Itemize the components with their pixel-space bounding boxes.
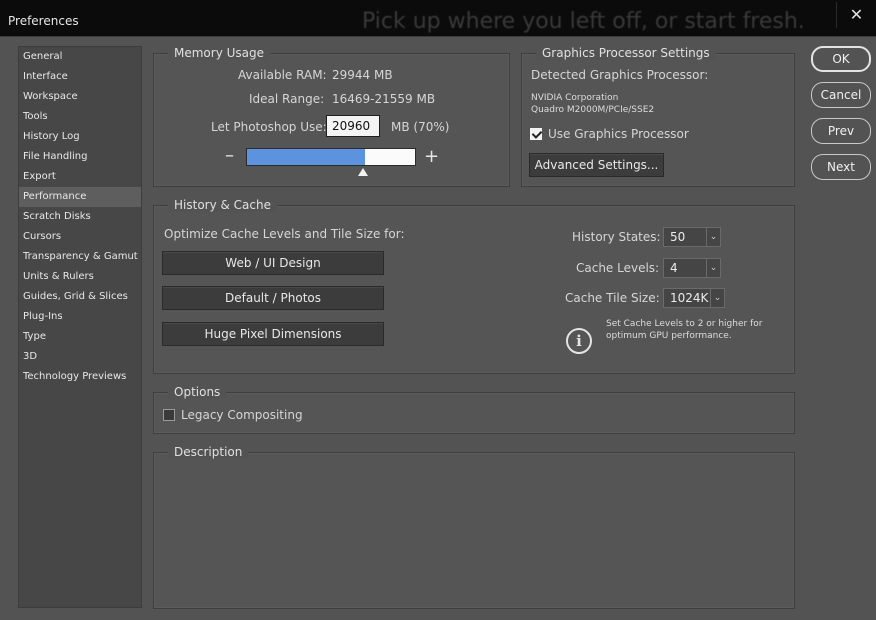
sidebar-item-plug-ins[interactable]: Plug-Ins (19, 307, 141, 327)
legacy-compositing-label: Legacy Compositing (181, 408, 303, 422)
cancel-button[interactable]: Cancel (811, 82, 871, 108)
huge-pixel-dimensions-button[interactable]: Huge Pixel Dimensions (162, 322, 384, 346)
sidebar-item-scratch-disks[interactable]: Scratch Disks (19, 207, 141, 227)
ok-button[interactable]: OK (811, 46, 871, 72)
sidebar-item-file-handling[interactable]: File Handling (19, 147, 141, 167)
available-ram-label: Available RAM: (238, 68, 327, 82)
cache-levels-select[interactable]: 4 ⌄ (663, 258, 721, 278)
history-states-value: 50 (670, 230, 686, 244)
window-title: Preferences (8, 14, 79, 28)
graphics-processor-title: Graphics Processor Settings (536, 46, 716, 60)
options-title: Options (168, 385, 227, 399)
gpu-vendor: NVIDIA Corporation (531, 93, 619, 103)
sidebar-item-tools[interactable]: Tools (19, 107, 141, 127)
sidebar-item-transparency-gamut[interactable]: Transparency & Gamut (19, 247, 141, 267)
web-ui-design-button[interactable]: Web / UI Design (162, 251, 384, 275)
info-icon: i (566, 328, 592, 354)
ideal-range-value: 16469-21559 MB (332, 92, 436, 106)
sidebar-item-history-log[interactable]: History Log (19, 127, 141, 147)
chevron-down-icon: ⌄ (710, 289, 724, 307)
advanced-settings-button[interactable]: Advanced Settings... (529, 153, 664, 177)
prev-button[interactable]: Prev (811, 118, 871, 144)
next-button[interactable]: Next (811, 154, 871, 180)
cache-tile-size-value: 1024K (670, 291, 709, 305)
memory-use-unit: MB (70%) (391, 120, 450, 134)
available-ram-value: 29944 MB (332, 68, 393, 82)
sidebar-item-cursors[interactable]: Cursors (19, 227, 141, 247)
sidebar-item-technology-previews[interactable]: Technology Previews (19, 367, 141, 387)
cache-tile-size-label: Cache Tile Size: (565, 291, 660, 305)
cache-tile-size-select[interactable]: 1024K ⌄ (663, 288, 725, 308)
close-icon[interactable]: ✕ (836, 2, 876, 28)
decrease-memory-icon[interactable]: – (225, 147, 234, 165)
sidebar-item-units-rulers[interactable]: Units & Rulers (19, 267, 141, 287)
description-title: Description (168, 445, 249, 459)
sidebar-item-guides-grid-slices[interactable]: Guides, Grid & Slices (19, 287, 141, 307)
legacy-compositing-checkbox[interactable] (163, 409, 175, 421)
history-states-label: History States: (572, 230, 661, 244)
background-window-text: Pick up where you left off, or start fre… (362, 9, 805, 34)
memory-slider-fill (247, 149, 365, 165)
history-states-select[interactable]: 50 ⌄ (663, 227, 721, 247)
memory-slider[interactable] (246, 148, 416, 166)
cache-levels-label: Cache Levels: (576, 261, 660, 275)
photoshop-use-label: Let Photoshop Use: (211, 120, 327, 134)
memory-slider-thumb[interactable] (358, 168, 368, 176)
default-photos-button[interactable]: Default / Photos (162, 286, 384, 310)
cache-levels-value: 4 (670, 261, 678, 275)
chevron-down-icon: ⌄ (706, 259, 720, 277)
increase-memory-icon[interactable]: + (424, 148, 439, 166)
detected-gpu-label: Detected Graphics Processor: (531, 68, 709, 82)
sidebar-item-performance[interactable]: Performance (19, 187, 141, 207)
title-bar: Pick up where you left off, or start fre… (0, 0, 876, 36)
sidebar-item-type[interactable]: Type (19, 327, 141, 347)
sidebar-item-3d[interactable]: 3D (19, 347, 141, 367)
sidebar-item-interface[interactable]: Interface (19, 67, 141, 87)
optimize-cache-label: Optimize Cache Levels and Tile Size for: (164, 227, 405, 241)
use-gpu-checkbox[interactable] (530, 128, 542, 140)
sidebar-item-workspace[interactable]: Workspace (19, 87, 141, 107)
sidebar-item-general[interactable]: General (19, 47, 141, 67)
title-divider (0, 36, 876, 37)
preferences-sidebar: General Interface Workspace Tools Histor… (18, 46, 142, 608)
use-gpu-label: Use Graphics Processor (548, 127, 689, 141)
description-group: Description (153, 445, 795, 609)
ideal-range-label: Ideal Range: (249, 92, 325, 106)
gpu-cache-hint-line-1: Set Cache Levels to 2 or higher for (606, 319, 763, 329)
gpu-cache-hint-line-2: optimum GPU performance. (606, 331, 732, 341)
memory-usage-title: Memory Usage (168, 46, 271, 60)
chevron-down-icon: ⌄ (706, 228, 720, 246)
memory-use-input[interactable]: 20960 (326, 115, 380, 137)
sidebar-item-export[interactable]: Export (19, 167, 141, 187)
gpu-model: Quadro M2000M/PCIe/SSE2 (531, 105, 655, 115)
history-cache-title: History & Cache (168, 198, 277, 212)
